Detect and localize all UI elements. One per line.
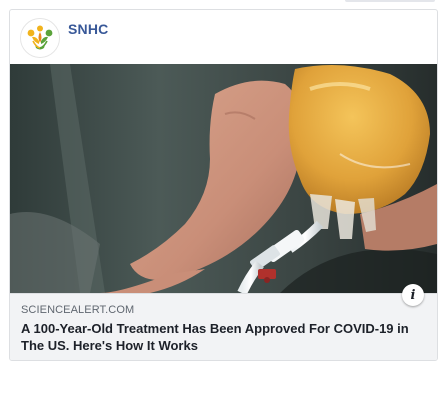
previous-card-edge [345,0,435,2]
info-button[interactable]: i [402,284,424,306]
info-icon: i [410,287,416,303]
post-image[interactable] [10,64,437,293]
page-avatar[interactable] [20,18,60,58]
post-header: SNHC [10,10,437,64]
link-preview[interactable]: SCIENCEALERT.COM A 100-Year-Old Treatmen… [10,293,437,360]
plasma-bag-image [10,64,437,293]
feed-post-card: SNHC SCIENCEALERT.COM A 100-Year-Old Tre… [9,9,438,361]
snhc-logo-icon [21,19,59,57]
link-headline[interactable]: A 100-Year-Old Treatment Has Been Approv… [21,320,421,354]
link-domain: SCIENCEALERT.COM [21,304,135,316]
page-name-link[interactable]: SNHC [68,21,108,37]
